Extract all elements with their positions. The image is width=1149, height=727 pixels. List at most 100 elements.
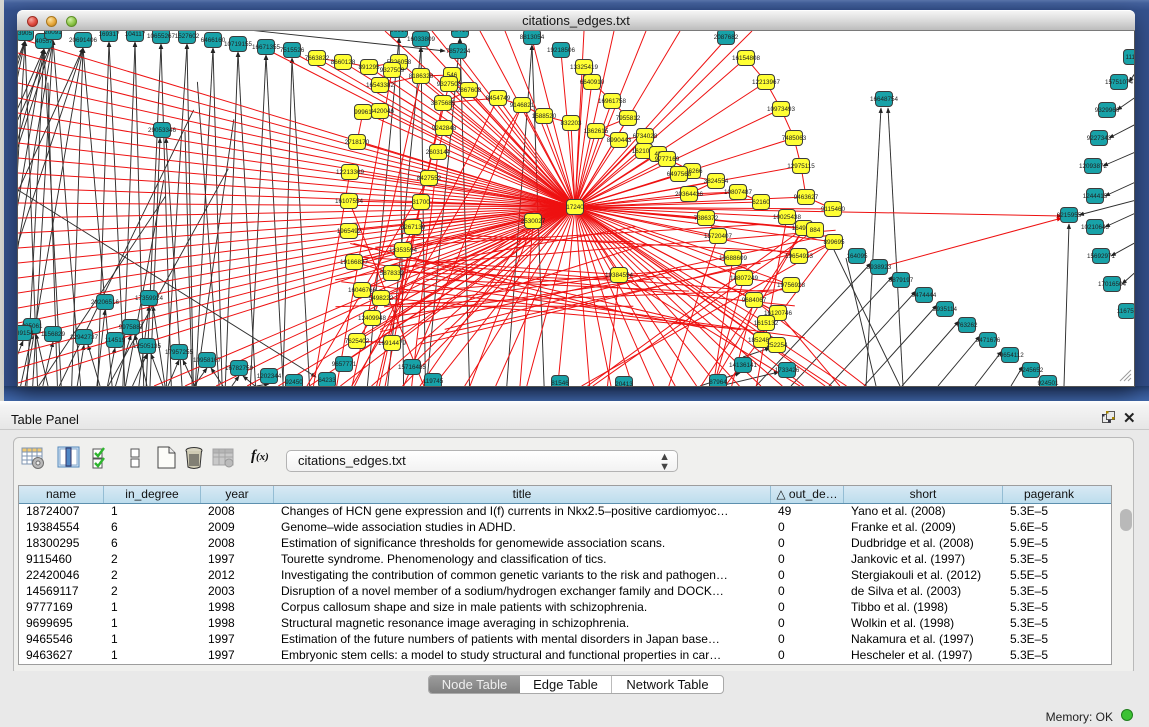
svg-text:15751074: 15751074 [1105, 79, 1134, 86]
svg-text:899695: 899695 [823, 239, 845, 246]
svg-text:8186328: 8186328 [409, 73, 434, 80]
svg-text:1965492: 1965492 [337, 228, 362, 235]
svg-text:9146821: 9146821 [510, 102, 535, 109]
svg-text:8990443: 8990443 [607, 137, 632, 144]
svg-text:9474444: 9474444 [912, 292, 937, 299]
svg-text:7485063: 7485063 [782, 135, 807, 142]
svg-text:1202344: 1202344 [257, 373, 282, 380]
svg-text:3875685: 3875685 [431, 100, 456, 107]
svg-text:6497568: 6497568 [667, 171, 692, 178]
svg-text:16671355: 16671355 [252, 44, 281, 51]
svg-text:9463627: 9463627 [794, 194, 819, 201]
svg-text:14136141: 14136141 [729, 362, 758, 369]
svg-text:9115460: 9115460 [821, 206, 846, 213]
svg-text:13353594: 13353594 [389, 247, 418, 254]
svg-text:12505135: 12505135 [133, 343, 162, 350]
svg-text:10719155: 10719155 [224, 41, 253, 48]
svg-text:12213369: 12213369 [336, 169, 365, 176]
svg-text:2087682: 2087682 [714, 34, 739, 41]
svg-text:939154: 939154 [18, 330, 34, 337]
svg-text:3824554: 3824554 [704, 178, 729, 185]
svg-text:16543382: 16543382 [366, 82, 395, 89]
svg-text:164095: 164095 [846, 253, 868, 260]
svg-text:8427552: 8427552 [417, 175, 442, 182]
svg-text:252254: 252254 [766, 342, 788, 349]
svg-text:7857224: 7857224 [446, 48, 471, 55]
svg-text:2530027: 2530027 [521, 218, 546, 225]
svg-text:1362615: 1362615 [584, 128, 609, 135]
svg-text:3905: 3905 [18, 31, 32, 37]
svg-text:15692971: 15692971 [1087, 253, 1116, 260]
svg-text:104117: 104117 [125, 31, 146, 38]
svg-text:10210643: 10210643 [1081, 224, 1110, 231]
svg-text:10655267: 10655267 [147, 33, 176, 40]
svg-text:6734028: 6734028 [633, 133, 658, 140]
svg-text:9657771: 9657771 [332, 361, 357, 368]
svg-text:10807487: 10807487 [724, 189, 753, 196]
svg-text:19218506: 19218506 [547, 47, 576, 54]
svg-text:16154808: 16154808 [732, 55, 761, 62]
svg-text:1156829: 1156829 [41, 331, 66, 338]
svg-text:13325419: 13325419 [570, 64, 599, 71]
svg-text:763262: 763262 [956, 322, 978, 329]
svg-text:5498222: 5498222 [369, 295, 394, 302]
svg-text:8215955: 8215955 [1057, 212, 1082, 219]
svg-text:114519: 114519 [105, 337, 126, 344]
svg-text:10958107: 10958107 [193, 357, 222, 364]
svg-text:16961758: 16961758 [598, 98, 627, 105]
svg-text:92450: 92450 [285, 379, 303, 386]
svg-text:2867608: 2867608 [457, 87, 482, 94]
svg-text:80413: 80413 [451, 31, 469, 34]
svg-text:12975115: 12975115 [787, 163, 815, 170]
svg-text:15716485: 15716485 [398, 364, 427, 371]
svg-text:96615: 96615 [390, 31, 408, 34]
svg-text:5938923: 5938923 [867, 264, 892, 271]
svg-text:17359924: 17359924 [135, 295, 164, 302]
svg-text:31700: 31700 [412, 199, 430, 206]
svg-text:99961: 99961 [354, 109, 372, 116]
svg-text:9329966: 9329966 [1095, 107, 1120, 114]
svg-text:62160: 62160 [752, 199, 770, 206]
svg-text:8813054: 8813054 [520, 34, 545, 41]
svg-text:1527602: 1527602 [175, 33, 200, 40]
svg-text:2935114: 2935114 [933, 306, 958, 313]
svg-text:17240: 17240 [566, 204, 584, 211]
svg-text:7515526: 7515526 [280, 47, 305, 54]
svg-text:6466160: 6466160 [201, 37, 226, 44]
svg-text:8471676: 8471676 [976, 337, 1001, 344]
svg-text:7663822: 7663822 [305, 55, 330, 62]
svg-text:12213967: 12213967 [752, 79, 781, 86]
svg-text:7625402: 7625402 [345, 338, 370, 345]
svg-text:17957255: 17957255 [165, 349, 194, 356]
svg-text:10025438: 10025438 [773, 214, 802, 221]
svg-text:16107554: 16107554 [335, 198, 364, 205]
svg-text:15720407: 15720407 [704, 233, 733, 240]
svg-text:16782759: 16782759 [225, 365, 254, 372]
svg-text:891295: 891295 [358, 64, 380, 71]
svg-text:9227343: 9227343 [1087, 135, 1112, 142]
svg-text:9245652: 9245652 [1019, 367, 1044, 374]
svg-text:8660128: 8660128 [331, 59, 356, 66]
svg-text:1244415: 1244415 [1083, 193, 1108, 200]
svg-text:8454749: 8454749 [486, 95, 511, 102]
svg-text:119745: 119745 [423, 378, 444, 385]
svg-text:16033809: 16033809 [407, 36, 436, 43]
svg-text:2718170: 2718170 [345, 139, 370, 146]
svg-text:10654112: 10654112 [996, 352, 1024, 359]
svg-text:16914479: 16914479 [378, 340, 407, 347]
svg-text:1615132: 1615132 [754, 320, 779, 327]
svg-text:9242848: 9242848 [432, 125, 457, 132]
svg-text:20413: 20413 [615, 381, 633, 386]
svg-text:20364436: 20364436 [675, 191, 704, 198]
svg-text:18807249: 18807249 [730, 275, 759, 282]
svg-text:884: 884 [810, 227, 821, 234]
svg-text:3267130: 3267130 [401, 224, 426, 231]
svg-text:1733426: 1733426 [775, 367, 800, 374]
svg-text:1117: 1117 [1125, 54, 1134, 61]
svg-text:19654923: 19654923 [785, 253, 814, 260]
svg-text:9684067: 9684067 [742, 297, 767, 304]
svg-text:19384554: 19384554 [605, 272, 634, 279]
svg-text:7386372: 7386372 [694, 215, 719, 222]
svg-text:87964: 87964 [709, 379, 727, 386]
svg-text:169317: 169317 [98, 31, 120, 38]
